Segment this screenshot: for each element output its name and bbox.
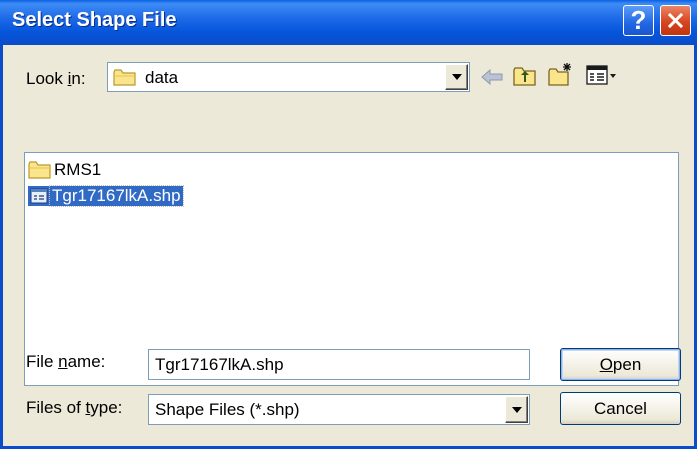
view-menu-icon[interactable] (586, 65, 618, 85)
open-button-label: Open (599, 354, 642, 374)
chevron-down-icon (451, 74, 462, 80)
file-type-dropdown[interactable]: Shape Files (*.shp) (148, 394, 530, 425)
list-item-folder[interactable]: RMS1 (28, 159, 103, 181)
file-name-label: Tgr17167lkA.shp (49, 185, 184, 207)
new-folder-icon[interactable] (548, 62, 574, 87)
list-item-shape-file[interactable]: Tgr17167lkA.shp (28, 185, 184, 207)
folder-icon (28, 161, 51, 179)
dialog-title: Select Shape File (12, 9, 177, 31)
file-type-dropdown-button[interactable] (505, 396, 528, 423)
title-bar[interactable]: Select Shape File ? (0, 0, 697, 45)
file-name-field[interactable]: Tgr17167lkA.shp (148, 349, 530, 380)
dialog-body: Look in: data RMS1 Tgr17167lkA.shp File … (0, 45, 697, 449)
file-name-label: File name: (26, 352, 106, 371)
look-in-label: Look in: (26, 69, 86, 88)
file-type-label: Files of type: (26, 398, 123, 417)
look-in-dropdown-button[interactable] (445, 64, 468, 90)
help-icon: ? (630, 5, 647, 35)
folder-icon (113, 69, 136, 86)
file-name-value: Tgr17167lkA.shp (155, 355, 284, 374)
up-folder-icon[interactable] (513, 65, 537, 87)
look-in-value: data (145, 68, 179, 87)
cancel-button[interactable]: Cancel (560, 392, 681, 425)
back-arrow-icon[interactable] (481, 69, 503, 85)
close-button[interactable] (660, 5, 691, 36)
shape-file-icon (28, 186, 50, 206)
file-type-value: Shape Files (*.shp) (155, 400, 300, 419)
select-shape-file-dialog: Select Shape File ? Look in: data RMS1 T… (0, 0, 697, 449)
cancel-button-label: Cancel (594, 398, 647, 418)
file-name-label: RMS1 (54, 160, 102, 179)
chevron-down-icon (511, 406, 522, 413)
close-icon (667, 12, 684, 29)
open-button[interactable]: Open (560, 348, 681, 381)
help-button[interactable]: ? (623, 5, 654, 36)
look-in-dropdown[interactable]: data (107, 62, 470, 92)
